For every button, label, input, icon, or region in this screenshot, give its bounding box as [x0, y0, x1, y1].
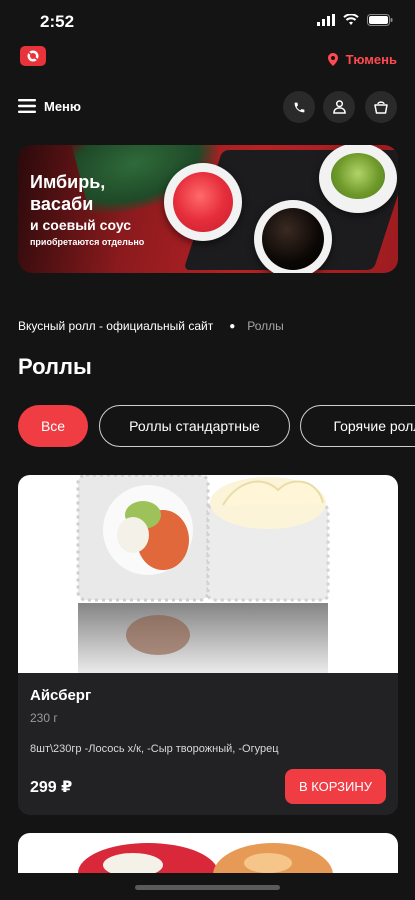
city-name: Тюмень — [345, 52, 397, 67]
product-price: 299 ₽ — [30, 779, 73, 796]
profile-button[interactable] — [323, 91, 355, 123]
next-product-image — [78, 843, 333, 873]
ginger-bowl-image — [164, 163, 242, 241]
wasabi-bowl-image — [319, 145, 397, 213]
user-icon — [332, 100, 346, 114]
product-weight: 230 г — [30, 711, 58, 725]
banner-title-line2: васаби — [30, 194, 94, 214]
category-filters: Все Роллы стандартные Горячие роллы — [18, 405, 415, 449]
signal-icon — [317, 14, 335, 26]
promo-banner[interactable]: Имбирь, васаби и соевый соус приобретают… — [18, 145, 398, 273]
filter-chip-standard[interactable]: Роллы стандартные — [99, 405, 290, 447]
logo-icon — [26, 50, 40, 62]
hamburger-icon — [18, 99, 36, 113]
product-name: Айсберг — [30, 687, 92, 704]
phone-button[interactable] — [283, 91, 315, 123]
phone-icon — [294, 102, 304, 112]
filter-chip-all[interactable]: Все — [18, 405, 88, 447]
status-time: 2:52 — [40, 12, 75, 31]
filter-chip-hot[interactable]: Горячие роллы — [300, 405, 415, 447]
product-card-next[interactable] — [18, 833, 398, 873]
basket-icon — [374, 101, 388, 114]
location-pin-icon — [327, 53, 338, 66]
cart-button[interactable] — [365, 91, 397, 123]
status-bar: 2:52 — [0, 0, 415, 44]
sushi-roll-image — [76, 475, 330, 673]
home-indicator — [135, 885, 280, 890]
battery-icon — [367, 14, 393, 26]
banner-text: Имбирь, васаби и соевый соус приобретают… — [30, 171, 144, 247]
product-description: 8шт\230гр -Лосось х/к, -Сыр творожный, -… — [30, 743, 279, 755]
soy-sauce-bowl-image — [254, 200, 332, 273]
breadcrumb: Вкусный ролл - официальный сайт ● Роллы — [18, 319, 284, 333]
breadcrumb-current: Роллы — [247, 319, 284, 333]
product-image — [18, 475, 398, 673]
wifi-icon — [343, 14, 359, 25]
breadcrumb-home-link[interactable]: Вкусный ролл - официальный сайт — [18, 319, 213, 333]
banner-title-line1: Имбирь, — [30, 172, 106, 192]
page-title: Роллы — [18, 354, 92, 379]
menu-label: Меню — [44, 98, 82, 114]
city-selector[interactable]: Тюмень — [327, 52, 397, 67]
banner-subtitle: и соевый соус — [30, 217, 132, 233]
add-to-cart-button[interactable]: В КОРЗИНУ — [285, 769, 386, 804]
logo[interactable] — [20, 46, 46, 66]
status-icons — [317, 14, 393, 26]
menu-button[interactable]: Меню — [18, 92, 81, 120]
breadcrumb-separator: ● — [229, 320, 236, 332]
banner-note: приобретаются отдельно — [30, 237, 145, 247]
product-card[interactable]: Айсберг 230 г 8шт\230гр -Лосось х/к, -Сы… — [18, 475, 398, 815]
